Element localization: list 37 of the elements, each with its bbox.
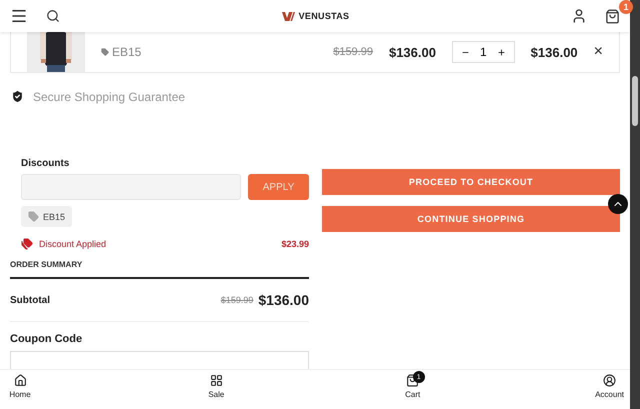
home-icon [14, 374, 26, 387]
bag-icon [406, 374, 420, 387]
line-total: $136.00 [530, 44, 578, 60]
chip-text: EB15 [43, 212, 66, 222]
nav-item[interactable]: Home [6, 370, 34, 409]
original-price: $159.99 [333, 46, 373, 58]
scroll-to-top-button[interactable] [608, 194, 628, 214]
guarantee-text: Secure Shopping Guarantee [33, 90, 186, 104]
shield-icon [10, 89, 25, 104]
account-icon[interactable] [571, 8, 587, 24]
tags-icon [21, 238, 33, 250]
cart-count-badge: 1 [619, 0, 633, 14]
sale-price: $136.00 [388, 44, 436, 60]
logo-icon [282, 12, 296, 20]
grid-icon [210, 374, 223, 387]
tag-icon [28, 211, 39, 222]
menu-icon[interactable] [10, 7, 28, 25]
nav-item[interactable]: Sale [202, 370, 230, 409]
coupon-code-label: Coupon Code [10, 333, 84, 345]
search-icon[interactable] [46, 9, 60, 23]
discounts-label: Discounts [21, 158, 70, 169]
subtotal-label: Subtotal [10, 294, 51, 306]
plus-icon [496, 48, 506, 56]
original-subtotal: $159.99 [220, 295, 254, 305]
scrollbar[interactable] [630, 0, 640, 409]
subtotal-amount: $136.00 [258, 292, 309, 308]
brand-name: VENUSTAS [298, 11, 350, 21]
discount-code: EB15 [101, 45, 318, 59]
discount-input[interactable] [21, 174, 241, 200]
nav-item[interactable]: Account [595, 370, 624, 409]
discount-amount: $23.99 [281, 239, 309, 249]
remove-button[interactable]: × [594, 43, 603, 61]
account-icon [603, 374, 616, 387]
discount-applied-label: Discount Applied [39, 239, 108, 249]
order-summary-title: ORDER SUMMARY [10, 260, 309, 279]
quantity-stepper[interactable]: 1 [452, 41, 515, 63]
cart-button[interactable] [605, 8, 620, 24]
